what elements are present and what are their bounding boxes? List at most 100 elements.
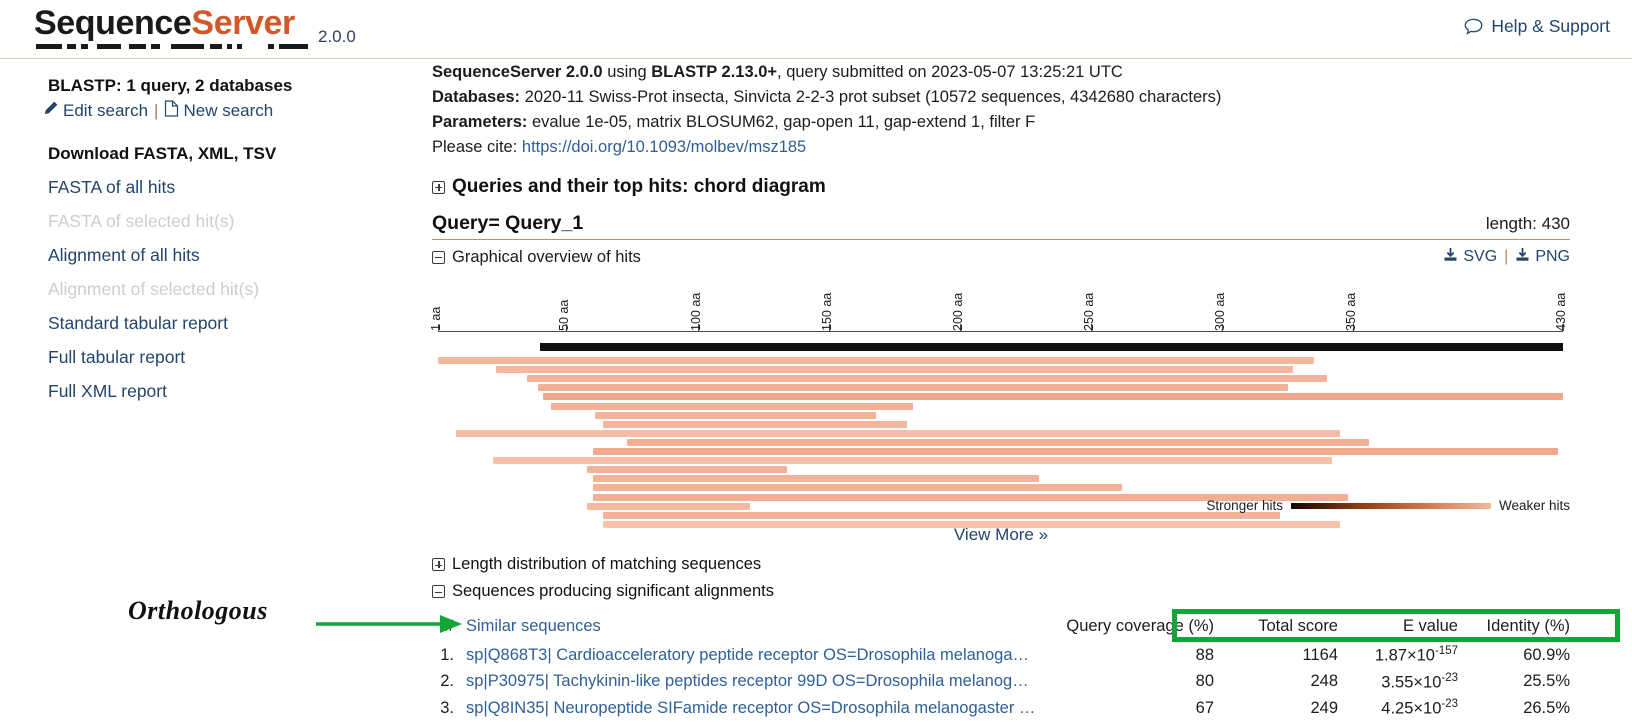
expand-plus-icon[interactable] [432, 180, 445, 194]
view-more-button[interactable]: View More » [432, 525, 1570, 545]
meta-version-line: SequenceServer 2.0.0 using BLASTP 2.13.0… [432, 60, 1632, 85]
column-header-sequences: Similar sequences [466, 617, 601, 635]
sidebar-download-title: Download FASTA, XML, TSV [48, 144, 277, 163]
view-more-label: View More [953, 525, 1034, 544]
length-distribution-section-header[interactable]: Length distribution of matching sequence… [432, 555, 1632, 574]
row-total-score: 1164 [1302, 645, 1338, 664]
axis-tick-label: 250 aa [1081, 292, 1096, 331]
row-sequence-link[interactable]: sp|Q868T3| Cardioacceleratory peptide re… [466, 642, 1054, 669]
legend-weaker-label: Weaker hits [1498, 498, 1570, 513]
hit-bar[interactable] [603, 511, 1280, 519]
chart-legend: Stronger hits Weaker hits [1206, 498, 1570, 513]
meta-databases-line: Databases: 2020-11 Swiss-Prot insecta, S… [432, 85, 1632, 110]
hit-bar[interactable] [456, 429, 1341, 437]
annotation-arrow-icon [316, 613, 466, 640]
hit-bar[interactable] [495, 366, 1293, 374]
hit-bar[interactable] [592, 484, 1123, 492]
legend-gradient-bar [1290, 502, 1491, 509]
hit-bar[interactable] [550, 402, 913, 410]
edit-search-link[interactable]: Edit search [42, 100, 148, 122]
download-svg-label: SVG [1463, 248, 1498, 265]
app-header: SequenceServer 2.0.0 Help & Support [0, 0, 1632, 59]
table-row[interactable]: 3. sp|Q8IN35| Neuropeptide SIFamide recep… [432, 695, 1570, 722]
new-search-link[interactable]: New search [164, 100, 273, 122]
collapse-minus-icon[interactable] [432, 250, 445, 264]
meta-cite-link[interactable]: https://doi.org/10.1093/molbev/msz185 [522, 138, 806, 156]
download-icon [1515, 247, 1530, 267]
chevron-double-down-icon: » [1038, 525, 1049, 544]
alignments-section-header[interactable]: Sequences producing significant alignmen… [432, 582, 1632, 601]
sidebar-link-standard-tabular-report[interactable]: Standard tabular report [0, 313, 420, 334]
graphical-overview-chart: 1 aa 50 aa 100 aa 150 aa 200 aa 250 aa 300 aa 3… [429, 273, 1570, 528]
graphical-overview-label: Graphical overview of hits [452, 247, 641, 266]
hit-bar[interactable] [603, 520, 1341, 528]
query-header-row: Query= Query_1 length: 430 [432, 212, 1570, 240]
row-query-coverage: 80 [1195, 672, 1214, 691]
results-table-wrapper: # Similar sequences Query coverage (%) T… [432, 615, 1570, 722]
sidebar-link-full-tabular-report[interactable]: Full tabular report [0, 347, 420, 368]
hit-bar[interactable] [603, 420, 908, 428]
hit-bar[interactable] [438, 357, 1314, 364]
row-evalue: 1.87×10-157 [1374, 645, 1458, 665]
alignments-label: Sequences producing significant alignmen… [452, 582, 774, 600]
row-sequence-link[interactable]: sp|Q8IN35| Neuropeptide SIFamide recepto… [466, 695, 1054, 722]
row-index: 2. [440, 672, 454, 691]
results-table-body: 1. sp|Q868T3| Cardioacceleratory peptide … [432, 642, 1570, 722]
download-svg-button[interactable]: SVG [1443, 247, 1497, 267]
hit-bar[interactable] [587, 466, 787, 474]
chord-diagram-section-header[interactable]: Queries and their top hits: chord diagra… [432, 176, 1632, 198]
axis-tick-label: 200 aa [950, 292, 965, 331]
query-length: length: 430 [1485, 214, 1570, 233]
sidebar-link-alignment-all-hits[interactable]: Alignment of all hits [0, 245, 420, 266]
table-header-row: # Similar sequences Query coverage (%) T… [432, 615, 1570, 642]
logo-text-sequence: Sequence [34, 4, 192, 42]
hit-bar[interactable] [592, 475, 1039, 483]
expand-plus-icon[interactable] [432, 558, 445, 571]
results-table: # Similar sequences Query coverage (%) T… [432, 615, 1570, 722]
table-row[interactable]: 2. sp|P30975| Tachykinin-like peptides re… [432, 669, 1570, 696]
column-header-identity: Identity (%) [1486, 617, 1570, 635]
sidebar-link-fasta-all-hits[interactable]: FASTA of all hits [0, 177, 420, 198]
meta-blast-version: BLASTP 2.13.0+ [651, 63, 778, 81]
row-total-score: 248 [1310, 672, 1338, 691]
hit-bar[interactable] [527, 375, 1327, 383]
app-version: 2.0.0 [318, 27, 356, 46]
sidebar-link-alignment-selected-hits: Alignment of selected hit(s) [48, 279, 260, 299]
help-support-link[interactable]: Help & Support [1464, 16, 1610, 37]
meta-submitted: , query submitted on 2023-05-07 13:25:21… [777, 63, 1123, 81]
table-row[interactable]: 1. sp|Q868T3| Cardioacceleratory peptide … [432, 642, 1570, 669]
axis-tick-label: 300 aa [1213, 292, 1228, 331]
row-total-score: 249 [1310, 698, 1338, 717]
axis-tick-label: 350 aa [1344, 292, 1359, 331]
meta-parameters-label: Parameters: [432, 113, 528, 131]
sidebar-link-full-xml-report[interactable]: Full XML report [0, 381, 420, 402]
chord-diagram-label: Queries and their top hits: chord diagra… [452, 176, 826, 197]
hit-bar[interactable] [587, 502, 751, 510]
sidebar-search-actions: Edit search | New search [0, 100, 420, 122]
hit-bar[interactable] [537, 384, 1288, 392]
logo-barcode-underline [36, 44, 308, 49]
column-header-evalue: E value [1402, 617, 1458, 635]
graphical-overview-toggle[interactable]: Graphical overview of hits [432, 248, 641, 267]
meta-cite-line: Please cite: https://doi.org/10.1093/mol… [432, 135, 1632, 160]
edit-search-label: Edit search [63, 101, 149, 120]
download-png-button[interactable]: PNG [1515, 247, 1570, 267]
chart-query-track [540, 343, 1563, 351]
row-identity: 26.5% [1523, 698, 1570, 717]
hit-bar[interactable] [542, 393, 1563, 401]
hit-bar[interactable] [493, 457, 1333, 465]
meta-databases-value: 2020-11 Swiss-Prot insecta, Sinvicta 2-2… [524, 88, 1222, 106]
hit-bar[interactable] [592, 448, 1558, 455]
evalue-exponent: -23 [1441, 698, 1458, 710]
logo-text-server: Server [191, 4, 295, 42]
overview-download-links: SVG | PNG [1443, 247, 1570, 267]
query-title: Query= Query_1 [432, 212, 584, 234]
hit-bar[interactable] [595, 411, 876, 419]
collapse-minus-icon[interactable] [432, 585, 445, 598]
row-sequence-link[interactable]: sp|P30975| Tachykinin-like peptides rece… [466, 669, 1054, 696]
row-identity: 25.5% [1523, 672, 1570, 691]
length-distribution-label: Length distribution of matching sequence… [452, 555, 762, 573]
evalue-exponent: -157 [1434, 645, 1458, 657]
hit-bar[interactable] [626, 438, 1369, 446]
row-identity: 60.9% [1523, 645, 1570, 664]
